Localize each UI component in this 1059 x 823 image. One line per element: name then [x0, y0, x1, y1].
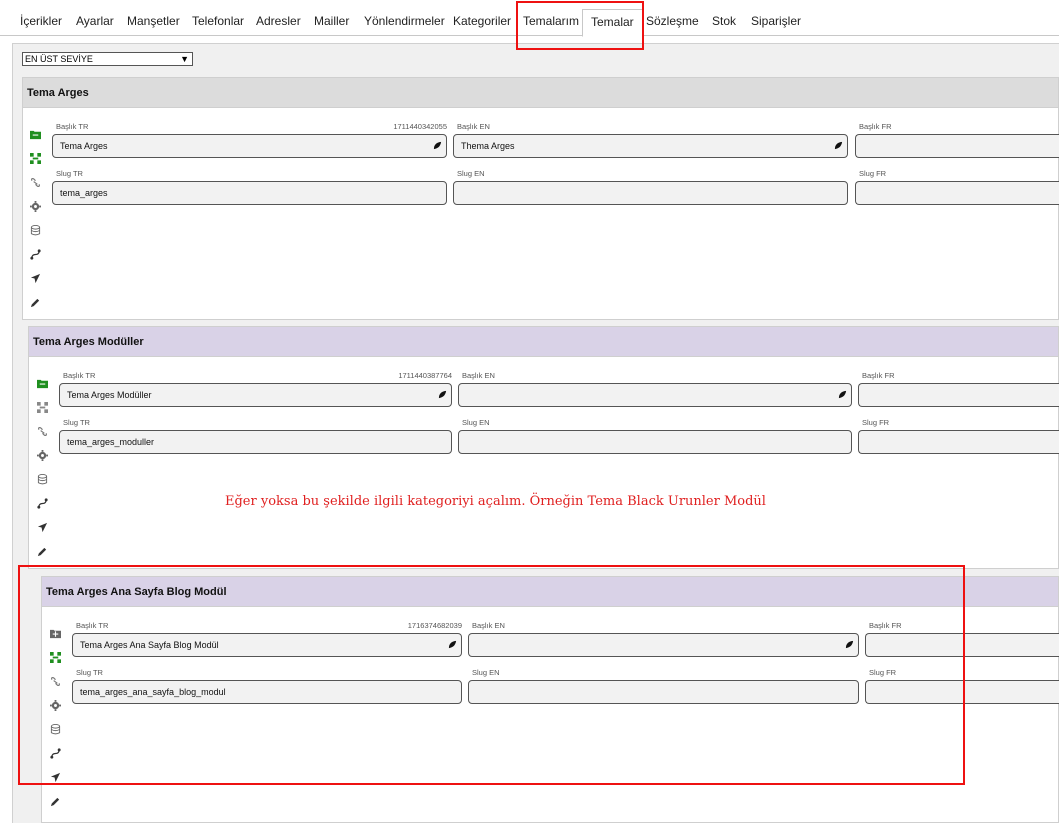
- link-icon[interactable]: [29, 176, 41, 188]
- gear-icon[interactable]: [36, 449, 48, 461]
- baslik-en-input[interactable]: Thema Arges: [453, 134, 848, 158]
- panel-title: Tema Arges Modüller: [29, 327, 1058, 357]
- tab-kategoriler[interactable]: Kategoriler: [453, 11, 511, 36]
- tab-adresler[interactable]: Adresler: [256, 11, 301, 36]
- label-baslik-tr: Başlık TR: [56, 122, 89, 131]
- route-icon[interactable]: [36, 497, 48, 509]
- sitemap-icon[interactable]: [36, 401, 48, 413]
- label-baslik-fr: Başlık FR: [869, 621, 902, 630]
- slug-tr-value: tema_arges_ana_sayfa_blog_modul: [80, 687, 226, 697]
- route-icon[interactable]: [49, 747, 61, 759]
- leaf-icon[interactable]: [845, 640, 854, 649]
- edit-icon[interactable]: [29, 296, 41, 308]
- label-slug-tr: Slug TR: [76, 668, 103, 677]
- record-id: 1711440387764: [398, 371, 452, 380]
- tab-sozlesme[interactable]: Sözleşme: [646, 11, 699, 36]
- leaf-icon[interactable]: [433, 141, 442, 150]
- baslik-tr-input[interactable]: Tema Arges Ana Sayfa Blog Modül: [72, 633, 462, 657]
- label-slug-fr: Slug FR: [869, 668, 897, 677]
- label-slug-en: Slug EN: [462, 418, 490, 427]
- slug-tr-input[interactable]: tema_arges: [52, 181, 447, 205]
- label-slug-tr: Slug TR: [56, 169, 83, 178]
- route-icon[interactable]: [29, 248, 41, 260]
- level-select-value: EN ÜST SEVİYE: [25, 54, 93, 64]
- leaf-icon[interactable]: [438, 390, 447, 399]
- tab-telefonlar[interactable]: Telefonlar: [192, 11, 244, 36]
- annotation-note: Eğer yoksa bu şekilde ilgili kategoriyi …: [225, 494, 766, 509]
- label-baslik-fr: Başlık FR: [862, 371, 895, 380]
- slug-en-input[interactable]: [453, 181, 848, 205]
- record-id: 1716374682039: [407, 621, 462, 630]
- label-baslik-tr: Başlık TR: [63, 371, 96, 380]
- panel-title: Tema Arges Ana Sayfa Blog Modül: [42, 577, 1058, 607]
- tab-mansetler[interactable]: Manşetler: [127, 11, 180, 36]
- tab-temalar[interactable]: Temalar: [582, 9, 643, 37]
- leaf-icon[interactable]: [834, 141, 843, 150]
- folder-icon[interactable]: [49, 627, 61, 639]
- level-select[interactable]: EN ÜST SEVİYE ▼: [22, 52, 193, 66]
- top-nav: İçerikler Ayarlar Manşetler Telefonlar A…: [0, 0, 1059, 37]
- tab-mailler[interactable]: Mailler: [314, 11, 349, 36]
- tab-stok[interactable]: Stok: [712, 11, 736, 36]
- label-baslik-tr: Başlık TR: [76, 621, 109, 630]
- baslik-tr-input[interactable]: Tema Arges Modüller: [59, 383, 452, 407]
- slug-fr-input[interactable]: [865, 680, 1059, 704]
- folder-icon[interactable]: [29, 128, 41, 140]
- tab-ayarlar[interactable]: Ayarlar: [76, 11, 114, 36]
- tab-yonlendirmeler[interactable]: Yönlendirmeler: [364, 11, 445, 36]
- baslik-tr-value: Tema Arges Ana Sayfa Blog Modül: [80, 640, 219, 650]
- slug-fr-input[interactable]: [855, 181, 1059, 205]
- leaf-icon[interactable]: [838, 390, 847, 399]
- slug-fr-input[interactable]: [858, 430, 1059, 454]
- leaf-icon[interactable]: [448, 640, 457, 649]
- baslik-fr-input[interactable]: [865, 633, 1059, 657]
- label-slug-fr: Slug FR: [862, 418, 890, 427]
- baslik-tr-value: Tema Arges Modüller: [67, 390, 152, 400]
- gear-icon[interactable]: [49, 699, 61, 711]
- sitemap-icon[interactable]: [49, 651, 61, 663]
- baslik-en-value: Thema Arges: [461, 141, 515, 151]
- slug-tr-value: tema_arges: [60, 188, 108, 198]
- label-slug-en: Slug EN: [457, 169, 485, 178]
- send-icon[interactable]: [49, 771, 61, 783]
- baslik-fr-input[interactable]: [858, 383, 1059, 407]
- folder-icon[interactable]: [36, 377, 48, 389]
- baslik-en-input[interactable]: [468, 633, 859, 657]
- tab-temalarim[interactable]: Temalarım: [523, 11, 579, 36]
- edit-icon[interactable]: [49, 795, 61, 807]
- database-icon[interactable]: [29, 224, 41, 236]
- database-icon[interactable]: [49, 723, 61, 735]
- slug-tr-input[interactable]: tema_arges_ana_sayfa_blog_modul: [72, 680, 462, 704]
- panel-title: Tema Arges: [23, 78, 1058, 108]
- slug-en-input[interactable]: [468, 680, 859, 704]
- label-baslik-en: Başlık EN: [462, 371, 495, 380]
- label-baslik-fr: Başlık FR: [859, 122, 892, 131]
- tab-icerikler[interactable]: İçerikler: [20, 11, 62, 36]
- chevron-down-icon: ▼: [180, 54, 189, 64]
- database-icon[interactable]: [36, 473, 48, 485]
- send-icon[interactable]: [29, 272, 41, 284]
- baslik-fr-input[interactable]: [855, 134, 1059, 158]
- baslik-tr-value: Tema Arges: [60, 141, 108, 151]
- link-icon[interactable]: [49, 675, 61, 687]
- slug-tr-value: tema_arges_moduller: [67, 437, 155, 447]
- sitemap-icon[interactable]: [29, 152, 41, 164]
- label-slug-tr: Slug TR: [63, 418, 90, 427]
- send-icon[interactable]: [36, 521, 48, 533]
- slug-en-input[interactable]: [458, 430, 852, 454]
- gear-icon[interactable]: [29, 200, 41, 212]
- link-icon[interactable]: [36, 425, 48, 437]
- record-id: 1711440342055: [393, 122, 447, 131]
- tab-siparisler[interactable]: Siparişler: [751, 11, 801, 36]
- edit-icon[interactable]: [36, 545, 48, 557]
- label-slug-fr: Slug FR: [859, 169, 887, 178]
- label-baslik-en: Başlık EN: [472, 621, 505, 630]
- label-slug-en: Slug EN: [472, 668, 500, 677]
- label-baslik-en: Başlık EN: [457, 122, 490, 131]
- slug-tr-input[interactable]: tema_arges_moduller: [59, 430, 452, 454]
- baslik-tr-input[interactable]: Tema Arges: [52, 134, 447, 158]
- baslik-en-input[interactable]: [458, 383, 852, 407]
